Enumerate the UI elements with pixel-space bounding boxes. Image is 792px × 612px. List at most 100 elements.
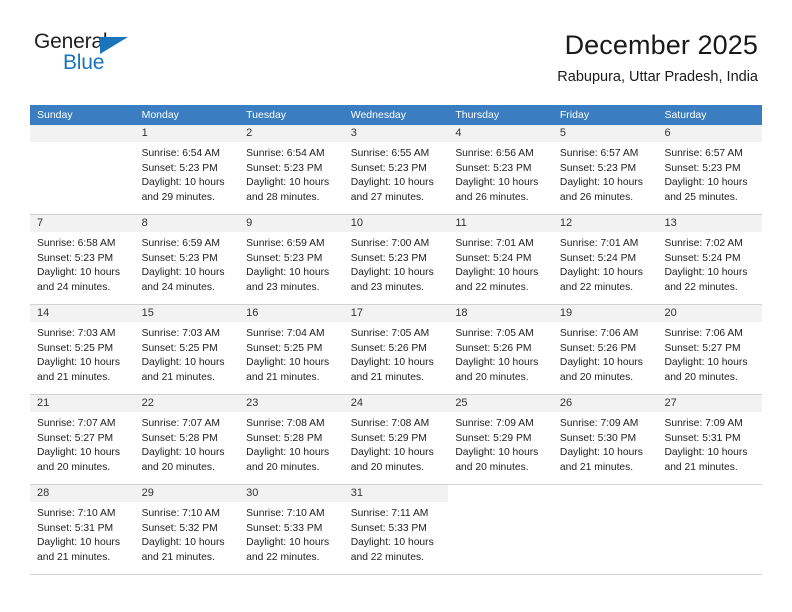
- day-cell-10[interactable]: 10 Sunrise: 7:00 AM Sunset: 5:23 PM Dayligh…: [343, 215, 449, 304]
- day-cell-14[interactable]: 14 Sunrise: 7:03 AM Sunset: 5:25 PM Dayligh…: [30, 305, 135, 394]
- day-detail-line: Sunrise: 7:07 AM: [141, 418, 220, 429]
- day-detail-line: and 21 minutes.: [559, 461, 634, 473]
- day-cell-31[interactable]: 31 Sunrise: 7:11 AM Sunset: 5:33 PM Dayligh…: [343, 485, 449, 574]
- day-detail-line: Daylight: 10 hours: [350, 447, 434, 459]
- day-cell-20[interactable]: 20 Sunrise: 7:06 AM Sunset: 5:27 PM Dayligh…: [657, 305, 763, 394]
- day-cell-6[interactable]: 6 Sunrise: 6:57 AM Sunset: 5:23 PM Daylight…: [657, 125, 763, 214]
- day-details: Sunrise: 7:02 AM Sunset: 5:24 PM Daylight:…: [657, 232, 762, 295]
- day-detail-line: Daylight: 10 hours: [559, 267, 643, 279]
- day-number: 23: [239, 395, 344, 412]
- day-cell-7[interactable]: 7 Sunrise: 6:58 AM Sunset: 5:23 PM Daylight…: [30, 215, 135, 304]
- day-number: 8: [134, 215, 240, 232]
- day-detail-line: and 21 minutes.: [141, 371, 215, 383]
- day-detail-line: Daylight: 10 hours: [141, 447, 225, 459]
- day-cell-26[interactable]: 26 Sunrise: 7:09 AM Sunset: 5:30 PM Dayligh…: [552, 395, 658, 484]
- day-cell-11[interactable]: 11 Sunrise: 7:01 AM Sunset: 5:24 PM Dayligh…: [448, 215, 553, 304]
- day-cell-29[interactable]: 29 Sunrise: 7:10 AM Sunset: 5:32 PM Dayligh…: [134, 485, 240, 574]
- day-cell-1[interactable]: 1 Sunrise: 6:54 AM Sunset: 5:23 PM Daylight…: [134, 125, 240, 214]
- day-detail-line: Sunset: 5:29 PM: [455, 432, 532, 444]
- day-detail-line: and 20 minutes.: [246, 461, 320, 473]
- day-cell-21[interactable]: 21 Sunrise: 7:07 AM Sunset: 5:27 PM Dayligh…: [30, 395, 135, 484]
- day-cell-22[interactable]: 22 Sunrise: 7:07 AM Sunset: 5:28 PM Dayligh…: [134, 395, 240, 484]
- day-detail-line: Sunrise: 6:56 AM: [455, 148, 534, 159]
- day-cell-16[interactable]: 16 Sunrise: 7:04 AM Sunset: 5:25 PM Dayligh…: [239, 305, 344, 394]
- day-number: 30: [239, 485, 344, 502]
- day-number: [448, 485, 553, 502]
- day-detail-line: and 21 minutes.: [246, 371, 320, 383]
- day-cell-18[interactable]: 18 Sunrise: 7:05 AM Sunset: 5:26 PM Dayligh…: [448, 305, 553, 394]
- day-cell-4[interactable]: 4 Sunrise: 6:56 AM Sunset: 5:23 PM Daylight…: [448, 125, 553, 214]
- day-cell-12[interactable]: 12 Sunrise: 7:01 AM Sunset: 5:24 PM Dayligh…: [552, 215, 658, 304]
- day-cell-17[interactable]: 17 Sunrise: 7:05 AM Sunset: 5:26 PM Dayligh…: [343, 305, 449, 394]
- day-detail-line: Sunrise: 6:54 AM: [246, 148, 325, 159]
- day-detail-line: Sunset: 5:32 PM: [141, 522, 218, 534]
- day-detail-line: and 20 minutes.: [664, 371, 738, 383]
- day-cell-28[interactable]: 28 Sunrise: 7:10 AM Sunset: 5:31 PM Dayligh…: [30, 485, 135, 574]
- page-title: December 2025: [564, 30, 758, 60]
- day-cell-23[interactable]: 23 Sunrise: 7:08 AM Sunset: 5:28 PM Dayligh…: [239, 395, 344, 484]
- day-detail-line: Daylight: 10 hours: [350, 177, 434, 189]
- day-number: 28: [30, 485, 135, 502]
- day-number: 10: [343, 215, 449, 232]
- general-blue-logo[interactable]: General Blue: [34, 28, 164, 84]
- day-detail-line: and 21 minutes.: [37, 551, 111, 563]
- day-number: 31: [343, 485, 449, 502]
- day-detail-line: Sunset: 5:23 PM: [455, 162, 532, 174]
- day-cell-19[interactable]: 19 Sunrise: 7:06 AM Sunset: 5:26 PM Dayligh…: [552, 305, 658, 394]
- day-cell-24[interactable]: 24 Sunrise: 7:08 AM Sunset: 5:29 PM Dayligh…: [343, 395, 449, 484]
- day-detail-line: and 22 minutes.: [664, 281, 738, 293]
- day-details: Sunrise: 7:03 AM Sunset: 5:25 PM Daylight:…: [30, 322, 135, 385]
- day-detail-line: Sunset: 5:27 PM: [664, 342, 741, 354]
- day-cell-8[interactable]: 8 Sunrise: 6:59 AM Sunset: 5:23 PM Daylight…: [134, 215, 240, 304]
- logo-triangle-icon: [100, 37, 128, 54]
- day-cell-empty: [448, 485, 553, 574]
- day-details: Sunrise: 7:06 AM Sunset: 5:26 PM Daylight:…: [553, 322, 658, 385]
- day-detail-line: and 20 minutes.: [37, 461, 111, 473]
- weekday-header-tuesday: Tuesday: [246, 109, 287, 121]
- day-cell-2[interactable]: 2 Sunrise: 6:54 AM Sunset: 5:23 PM Daylight…: [239, 125, 344, 214]
- day-detail-line: Daylight: 10 hours: [559, 447, 643, 459]
- day-cell-3[interactable]: 3 Sunrise: 6:55 AM Sunset: 5:23 PM Daylight…: [343, 125, 449, 214]
- day-number: 29: [134, 485, 240, 502]
- day-detail-line: and 20 minutes.: [350, 461, 425, 473]
- day-details: Sunrise: 6:59 AM Sunset: 5:23 PM Daylight:…: [135, 232, 240, 295]
- day-details: Sunrise: 6:58 AM Sunset: 5:23 PM Daylight:…: [30, 232, 135, 295]
- day-detail-line: Sunrise: 7:06 AM: [559, 328, 639, 339]
- day-number: 4: [448, 125, 553, 142]
- day-number: [657, 485, 763, 502]
- day-detail-line: Sunset: 5:33 PM: [350, 522, 427, 534]
- day-cell-5[interactable]: 5 Sunrise: 6:57 AM Sunset: 5:23 PM Daylight…: [552, 125, 658, 214]
- day-number: 11: [448, 215, 553, 232]
- day-detail-line: and 21 minutes.: [37, 371, 111, 383]
- day-detail-line: Sunrise: 7:10 AM: [141, 508, 220, 519]
- day-cell-25[interactable]: 25 Sunrise: 7:09 AM Sunset: 5:29 PM Dayligh…: [448, 395, 553, 484]
- day-cell-30[interactable]: 30 Sunrise: 7:10 AM Sunset: 5:33 PM Dayligh…: [239, 485, 344, 574]
- calendar-week-row: 1 Sunrise: 6:54 AM Sunset: 5:23 PM Daylight…: [30, 125, 763, 215]
- day-number: 21: [30, 395, 135, 412]
- day-details: Sunrise: 7:06 AM Sunset: 5:27 PM Daylight:…: [657, 322, 762, 385]
- day-detail-line: Sunset: 5:23 PM: [141, 252, 218, 264]
- day-detail-line: Daylight: 10 hours: [37, 537, 120, 549]
- weekday-header-thursday: Thursday: [455, 109, 500, 121]
- day-detail-line: Sunrise: 7:08 AM: [246, 418, 325, 429]
- day-detail-line: Sunset: 5:24 PM: [455, 252, 532, 264]
- day-detail-line: Sunrise: 7:01 AM: [455, 238, 534, 249]
- day-detail-line: and 26 minutes.: [559, 191, 634, 203]
- day-cell-13[interactable]: 13 Sunrise: 7:02 AM Sunset: 5:24 PM Dayligh…: [657, 215, 763, 304]
- day-detail-line: Daylight: 10 hours: [350, 537, 434, 549]
- day-detail-line: Daylight: 10 hours: [37, 357, 120, 369]
- day-detail-line: Sunrise: 6:59 AM: [246, 238, 325, 249]
- day-detail-line: Sunset: 5:25 PM: [37, 342, 114, 354]
- day-cell-15[interactable]: 15 Sunrise: 7:03 AM Sunset: 5:25 PM Dayligh…: [134, 305, 240, 394]
- day-details: Sunrise: 6:57 AM Sunset: 5:23 PM Daylight:…: [657, 142, 762, 205]
- day-detail-line: Daylight: 10 hours: [246, 267, 330, 279]
- day-detail-line: Sunrise: 7:09 AM: [455, 418, 534, 429]
- day-cell-27[interactable]: 27 Sunrise: 7:09 AM Sunset: 5:31 PM Dayligh…: [657, 395, 763, 484]
- day-detail-line: and 23 minutes.: [350, 281, 425, 293]
- day-detail-line: Sunset: 5:26 PM: [350, 342, 427, 354]
- day-cell-9[interactable]: 9 Sunrise: 6:59 AM Sunset: 5:23 PM Daylight…: [239, 215, 344, 304]
- day-detail-line: Sunset: 5:28 PM: [141, 432, 218, 444]
- day-detail-line: Sunrise: 6:55 AM: [350, 148, 430, 159]
- weekday-header-wednesday: Wednesday: [350, 109, 406, 121]
- day-detail-line: Sunset: 5:27 PM: [37, 432, 114, 444]
